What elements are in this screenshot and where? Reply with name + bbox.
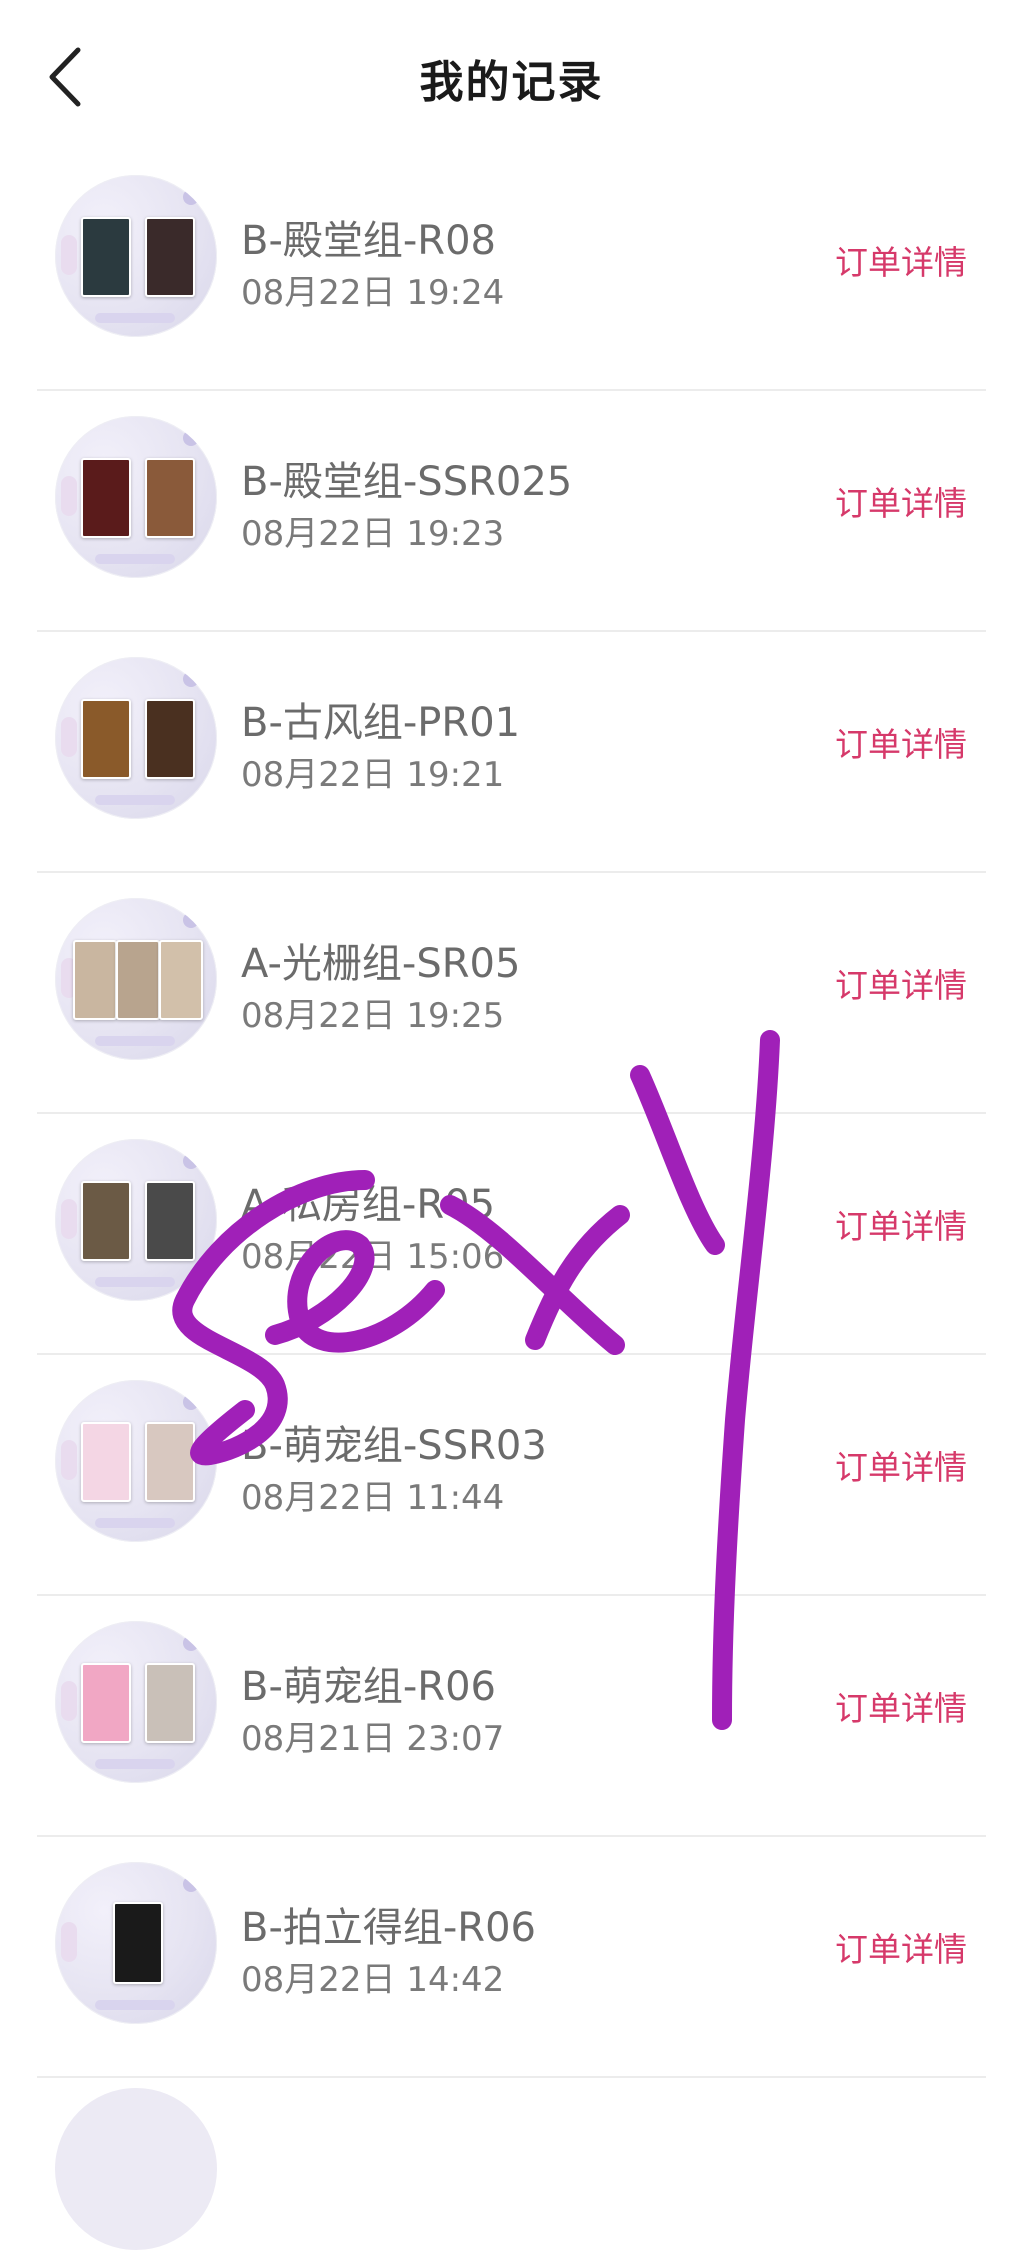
record-time: 08月22日 14:42: [241, 1960, 505, 2000]
order-detail-link[interactable]: 订单详情: [835, 1200, 967, 1248]
record-thumbnail: [55, 657, 217, 819]
top-bar: 我的记录: [0, 0, 1023, 150]
record-title: B-萌宠组-R06: [241, 1664, 496, 1710]
order-detail-link[interactable]: 订单详情: [835, 1923, 967, 1971]
divider: [37, 2076, 986, 2078]
order-detail-link[interactable]: 订单详情: [835, 718, 967, 766]
record-title: A-光栅组-SR05: [241, 941, 521, 987]
record-thumbnail: [55, 898, 217, 1060]
record-item[interactable]: B-拍立得组-R06 08月22日 14:42 订单详情: [0, 1837, 1023, 2078]
record-thumbnail: [55, 1862, 217, 2024]
record-title: B-古风组-PR01: [241, 700, 521, 746]
portrait-image: [145, 217, 195, 297]
record-time: 08月21日 23:07: [241, 1719, 505, 1759]
record-list: B-殿堂组-R08 08月22日 19:24 订单详情 B-殿堂组-SSR025…: [0, 150, 1023, 2078]
portrait-image: [145, 1663, 195, 1743]
order-detail-link[interactable]: 订单详情: [835, 236, 967, 284]
portrait-image: [145, 699, 195, 779]
record-thumbnail: [55, 1621, 217, 1783]
record-time: 08月22日 11:44: [241, 1478, 505, 1518]
record-thumbnail: [55, 175, 217, 337]
card-image: [81, 1663, 131, 1743]
record-time: 08月22日 19:23: [241, 514, 505, 554]
portrait-image: [73, 940, 117, 1020]
record-item[interactable]: B-殿堂组-SSR025 08月22日 19:23 订单详情: [0, 391, 1023, 632]
record-item[interactable]: B-殿堂组-R08 08月22日 19:24 订单详情: [0, 150, 1023, 391]
portrait-image: [145, 1181, 195, 1261]
record-time: 08月22日 19:21: [241, 755, 505, 795]
portrait-image: [159, 940, 203, 1020]
card-image: [81, 458, 131, 538]
record-title: B-殿堂组-R08: [241, 218, 496, 264]
card-image: [81, 1422, 131, 1502]
record-thumbnail-partial: [55, 2088, 217, 2250]
order-detail-link[interactable]: 订单详情: [835, 477, 967, 525]
record-item[interactable]: B-古风组-PR01 08月22日 19:21 订单详情: [0, 632, 1023, 873]
record-title: B-殿堂组-SSR025: [241, 459, 573, 505]
order-detail-link[interactable]: 订单详情: [835, 1441, 967, 1489]
card-image: [81, 1181, 131, 1261]
record-thumbnail: [55, 1380, 217, 1542]
record-thumbnail: [55, 1139, 217, 1301]
record-thumbnail: [55, 416, 217, 578]
page-title: 我的记录: [419, 57, 604, 108]
record-time: 08月22日 15:06: [241, 1237, 505, 1277]
order-detail-link[interactable]: 订单详情: [835, 1682, 967, 1730]
record-time: 08月22日 19:25: [241, 996, 505, 1036]
portrait-image: [116, 940, 160, 1020]
record-time: 08月22日 19:24: [241, 273, 505, 313]
record-item[interactable]: A-光栅组-SR05 08月22日 19:25 订单详情: [0, 873, 1023, 1114]
order-detail-link[interactable]: 订单详情: [835, 959, 967, 1007]
portrait-image: [145, 1422, 195, 1502]
record-title: B-萌宠组-SSR03: [241, 1423, 547, 1469]
card-image: [81, 699, 131, 779]
record-item[interactable]: A-私房组-R05 08月22日 15:06 订单详情: [0, 1114, 1023, 1355]
polaroid-image: [113, 1902, 163, 1984]
record-title: B-拍立得组-R06: [241, 1905, 536, 1951]
record-item[interactable]: B-萌宠组-R06 08月21日 23:07 订单详情: [0, 1596, 1023, 1837]
card-image: [81, 217, 131, 297]
record-title: A-私房组-R05: [241, 1182, 496, 1228]
portrait-image: [145, 458, 195, 538]
record-item[interactable]: B-萌宠组-SSR03 08月22日 11:44 订单详情: [0, 1355, 1023, 1596]
